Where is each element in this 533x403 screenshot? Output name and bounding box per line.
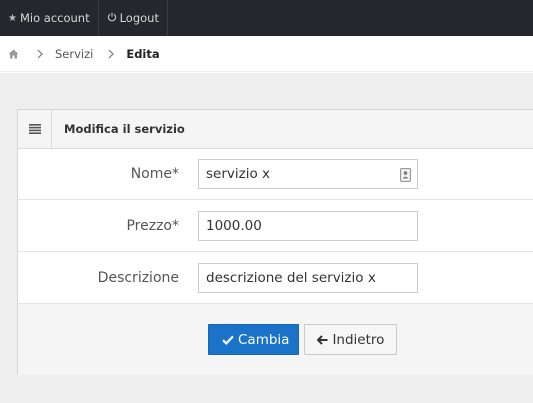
- list-icon: [18, 110, 52, 148]
- top-navbar: ★ Mio account Logout: [0, 0, 533, 36]
- star-icon: ★: [8, 12, 17, 24]
- form-row-prezzo: Prezzo*: [18, 200, 533, 252]
- power-icon: [107, 12, 117, 25]
- indietro-label: Indietro: [332, 331, 385, 348]
- my-account-link[interactable]: ★ Mio account: [0, 0, 99, 36]
- indietro-button[interactable]: Indietro: [304, 324, 398, 355]
- breadcrumb-servizi[interactable]: Servizi: [55, 47, 93, 61]
- nome-input[interactable]: [198, 159, 418, 189]
- breadcrumb: Servizi Edita: [0, 36, 533, 72]
- form-row-nome: Nome*: [18, 149, 533, 200]
- prezzo-input[interactable]: [198, 210, 418, 241]
- check-icon: [222, 335, 234, 345]
- nome-input-wrap: [198, 159, 418, 189]
- logout-link[interactable]: Logout: [99, 0, 168, 36]
- cambia-label: Cambia: [238, 331, 290, 348]
- prezzo-label: Prezzo*: [126, 217, 179, 234]
- chevron-right-icon: [106, 49, 116, 59]
- my-account-label: Mio account: [19, 11, 90, 25]
- panel-header: Modifica il servizio: [18, 110, 533, 149]
- home-icon[interactable]: [7, 48, 19, 60]
- main-content: Modifica il servizio Nome* Prezzo* Descr: [0, 73, 533, 403]
- descrizione-input[interactable]: [198, 262, 418, 293]
- form-row-descrizione: Descrizione: [18, 252, 533, 304]
- cambia-button[interactable]: Cambia: [208, 324, 300, 355]
- arrow-left-icon: [317, 334, 328, 345]
- nome-label: Nome*: [130, 166, 179, 182]
- logout-label: Logout: [119, 11, 159, 25]
- edit-service-panel: Modifica il servizio Nome* Prezzo* Descr: [17, 109, 533, 375]
- chevron-right-icon: [35, 49, 45, 59]
- contact-card-icon[interactable]: [400, 167, 411, 182]
- descrizione-label: Descrizione: [97, 269, 179, 286]
- panel-title: Modifica il servizio: [64, 122, 185, 136]
- breadcrumb-edita: Edita: [126, 46, 160, 61]
- form-actions: Cambia Indietro: [18, 304, 533, 375]
